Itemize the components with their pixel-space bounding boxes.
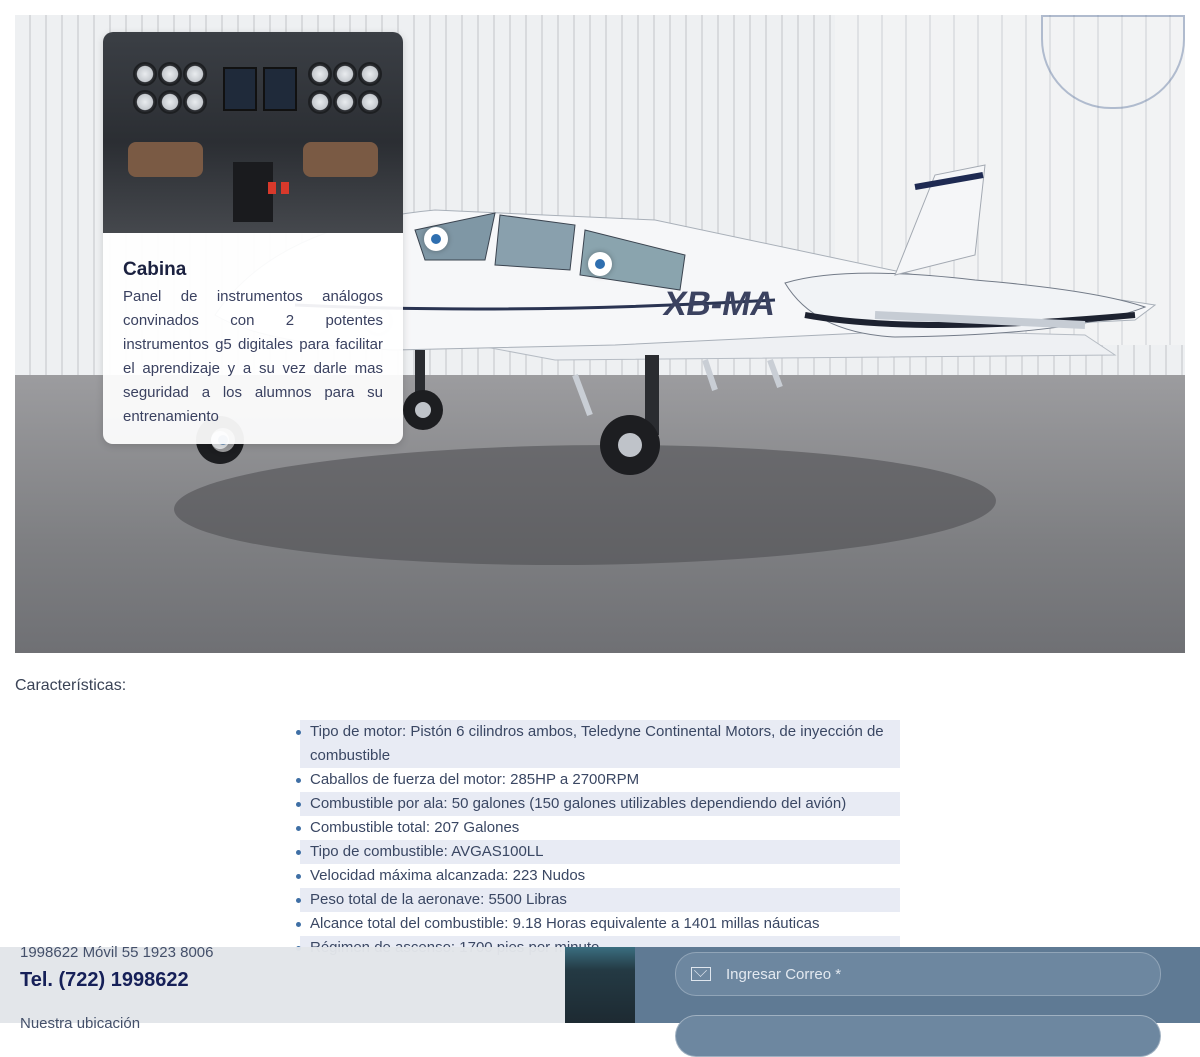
feature-item: Tipo de combustible: AVGAS100LL xyxy=(296,840,900,864)
email-input[interactable]: Ingresar Correo * xyxy=(675,952,1161,996)
hero-image: XB-MA Cabina Panel de instrumentos análo… xyxy=(15,15,1185,653)
footer-contact: 1998622 Móvil 55 1923 8006 Tel. (722) 19… xyxy=(0,944,565,1032)
phone-numbers: 1998622 Móvil 55 1923 8006 xyxy=(20,944,214,961)
location-label: Nuestra ubicación xyxy=(20,1015,141,1032)
footer-newsletter: Ingresar Correo * xyxy=(635,947,1200,1057)
features-label: Características: xyxy=(15,677,127,694)
feature-item: Peso total de la aeronave: 5500 Libras xyxy=(296,888,900,912)
mail-icon xyxy=(691,967,711,981)
features-list: Tipo de motor: Pistón 6 cilindros ambos,… xyxy=(296,720,900,960)
feature-item: Caballos de fuerza del motor: 285HP a 27… xyxy=(296,768,900,792)
feature-item: Alcance total del combustible: 9.18 Hora… xyxy=(296,912,900,936)
secondary-input[interactable] xyxy=(675,1015,1161,1057)
footer-divider xyxy=(565,947,635,1023)
hotspot-cockpit[interactable] xyxy=(424,227,448,251)
email-placeholder: Ingresar Correo * xyxy=(726,965,842,983)
phone-main[interactable]: Tel. (722) 1998622 xyxy=(20,969,189,992)
popup-title: Cabina xyxy=(123,259,187,280)
feature-item: Velocidad máxima alcanzada: 223 Nudos xyxy=(296,864,900,888)
aircraft-registration: XB-MA xyxy=(661,285,779,323)
hotspot-popup-card: Cabina Panel de instrumentos análogos co… xyxy=(103,32,403,444)
feature-item: Combustible total: 207 Galones xyxy=(296,816,900,840)
popup-description: Panel de instrumentos análogos convinado… xyxy=(123,288,383,425)
cockpit-photo xyxy=(103,32,403,233)
hotspot-cabin[interactable] xyxy=(588,252,612,276)
feature-item: Tipo de motor: Pistón 6 cilindros ambos,… xyxy=(296,720,900,768)
feature-item: Combustible por ala: 50 galones (150 gal… xyxy=(296,792,900,816)
